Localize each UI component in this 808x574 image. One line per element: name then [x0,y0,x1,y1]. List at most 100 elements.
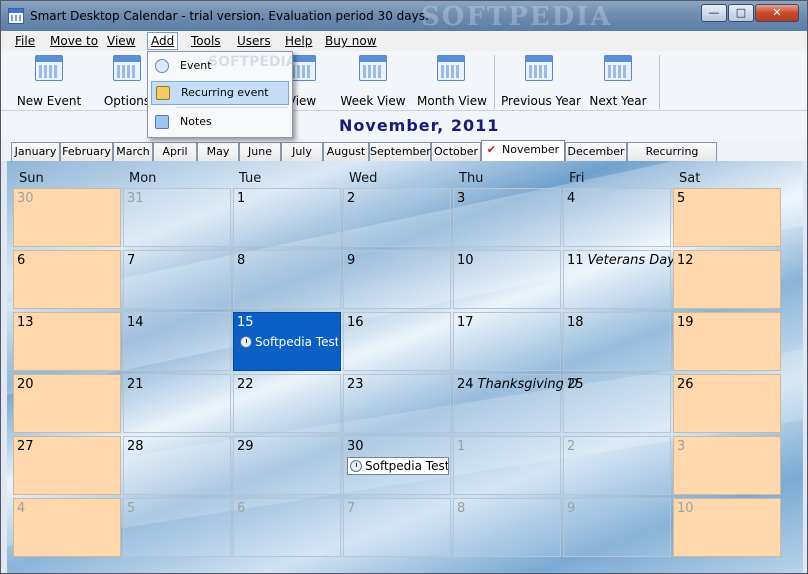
menu-file[interactable]: File [15,34,35,48]
title-bar[interactable]: Smart Desktop Calendar - trial version. … [1,1,807,32]
day-number-text: 19 [677,315,694,330]
tab-february[interactable]: February [60,142,113,161]
day-number: 4 [17,501,25,516]
menu-item-event[interactable]: Event [151,55,289,79]
day-number-text: 9 [567,501,576,516]
day-cell[interactable]: 27 [13,436,121,495]
day-cell[interactable]: 9 [563,498,671,557]
day-cell[interactable]: 2 [563,436,671,495]
day-cell[interactable]: 4 [563,188,671,247]
menu-tools[interactable]: Tools [191,34,221,48]
day-cell[interactable]: 5 [123,498,231,557]
day-number-text: 11 [567,253,584,268]
menu-buy-now[interactable]: Buy now [325,34,377,48]
options-button[interactable]: Options [101,55,153,109]
day-cell[interactable]: 7 [343,498,451,557]
tab-may[interactable]: May [197,142,239,161]
day-cell[interactable]: 6 [233,498,341,557]
tab-october[interactable]: October [431,142,481,161]
tab-january[interactable]: January [11,142,60,161]
day-cell[interactable]: 17 [453,312,561,371]
add-dropdown-menu: SOFTPEDIA Event Recurring event Notes [147,51,297,138]
day-cell[interactable]: 8 [453,498,561,557]
close-button[interactable]: ✕ [755,4,799,22]
day-cell[interactable]: 16 [343,312,451,371]
day-cell[interactable]: 18 [563,312,671,371]
day-cell[interactable]: 12 [673,250,781,309]
day-number: 27 [17,439,34,454]
day-cell[interactable]: 30 [13,188,121,247]
day-cell[interactable]: 14 [123,312,231,371]
day-cell[interactable]: 28 [123,436,231,495]
tab-december[interactable]: December [565,142,627,161]
day-cell[interactable]: 8 [233,250,341,309]
maximize-button[interactable]: □ [728,4,754,22]
toolbar-separator [494,55,495,109]
day-cell[interactable]: 21 [123,374,231,433]
window-title: Smart Desktop Calendar - trial version. … [30,9,429,23]
day-cell[interactable]: 15 Softpedia Testi [233,312,341,371]
tab-august[interactable]: August [323,142,369,161]
checkmark-icon: ✔ [486,143,496,156]
day-cell[interactable]: 13 [13,312,121,371]
day-number: 18 [567,315,584,330]
tab-april[interactable]: April [153,142,197,161]
day-number: 8 [457,501,465,516]
day-number-text: 28 [127,439,144,454]
month-view-icon [437,55,465,81]
day-number: 14 [127,315,144,330]
day-number-text: 13 [17,315,34,330]
day-cell[interactable]: 23 [343,374,451,433]
day-cell[interactable]: 2 [343,188,451,247]
day-cell[interactable]: 3 [453,188,561,247]
next-year-button[interactable]: Next Year [587,55,649,109]
event-item[interactable]: Softpedia Testi [237,333,339,351]
day-cell[interactable]: 1 [453,436,561,495]
day-cell[interactable]: 29 [233,436,341,495]
day-number: 23 [347,377,364,392]
day-cell[interactable]: 6 [13,250,121,309]
day-cell[interactable]: 24 Thanksgiving D [453,374,578,433]
day-cell[interactable]: 22 [233,374,341,433]
month-title-area: November, 2011 [1,111,807,139]
menu-help[interactable]: Help [285,34,312,48]
tab-july[interactable]: July [281,142,323,161]
day-cell[interactable]: 20 [13,374,121,433]
menu-item-notes[interactable]: Notes [151,111,289,135]
day-cell[interactable]: 30 Softpedia Test [343,436,451,495]
day-cell[interactable]: 7 [123,250,231,309]
day-cell[interactable]: 11 Veterans Day [563,250,675,309]
tab-march[interactable]: March [113,142,153,161]
menu-view[interactable]: View [107,34,135,48]
day-cell[interactable]: 26 [673,374,781,433]
day-cell[interactable]: 9 [343,250,451,309]
event-item[interactable]: Softpedia Test [347,457,449,475]
day-cell[interactable]: 25 [563,374,671,433]
tab-june[interactable]: June [239,142,281,161]
recurring-event-icon [156,86,170,100]
day-cell[interactable]: 19 [673,312,781,371]
calendar-app-icon[interactable] [8,8,24,24]
menu-move-to[interactable]: Move to [50,34,98,48]
day-cell[interactable]: 1 [233,188,341,247]
day-cell[interactable]: 10 [453,250,561,309]
day-cell[interactable]: 5 [673,188,781,247]
tab-september[interactable]: September [369,142,431,161]
day-cell[interactable]: 3 [673,436,781,495]
day-cell[interactable]: 10 [673,498,781,557]
week-view-button[interactable]: Week View [339,55,407,109]
day-cell[interactable]: 4 [13,498,121,557]
day-number: 29 [237,439,254,454]
menu-users[interactable]: Users [237,34,271,48]
month-view-button[interactable]: Month View [417,55,487,109]
previous-year-button[interactable]: Previous Year [501,55,581,109]
minimize-button[interactable]: — [701,4,727,22]
day-number: 2 [567,439,575,454]
tab-november[interactable]: ✔ November [481,140,565,161]
tab-recurring-events[interactable]: Recurring Events [627,142,717,175]
day-cell[interactable]: 31 [123,188,231,247]
menu-add[interactable]: Add [147,32,179,50]
day-number: 10 [457,253,474,268]
menu-item-recurring-event[interactable]: Recurring event [151,81,289,105]
new-event-button[interactable]: New Event [15,55,83,109]
